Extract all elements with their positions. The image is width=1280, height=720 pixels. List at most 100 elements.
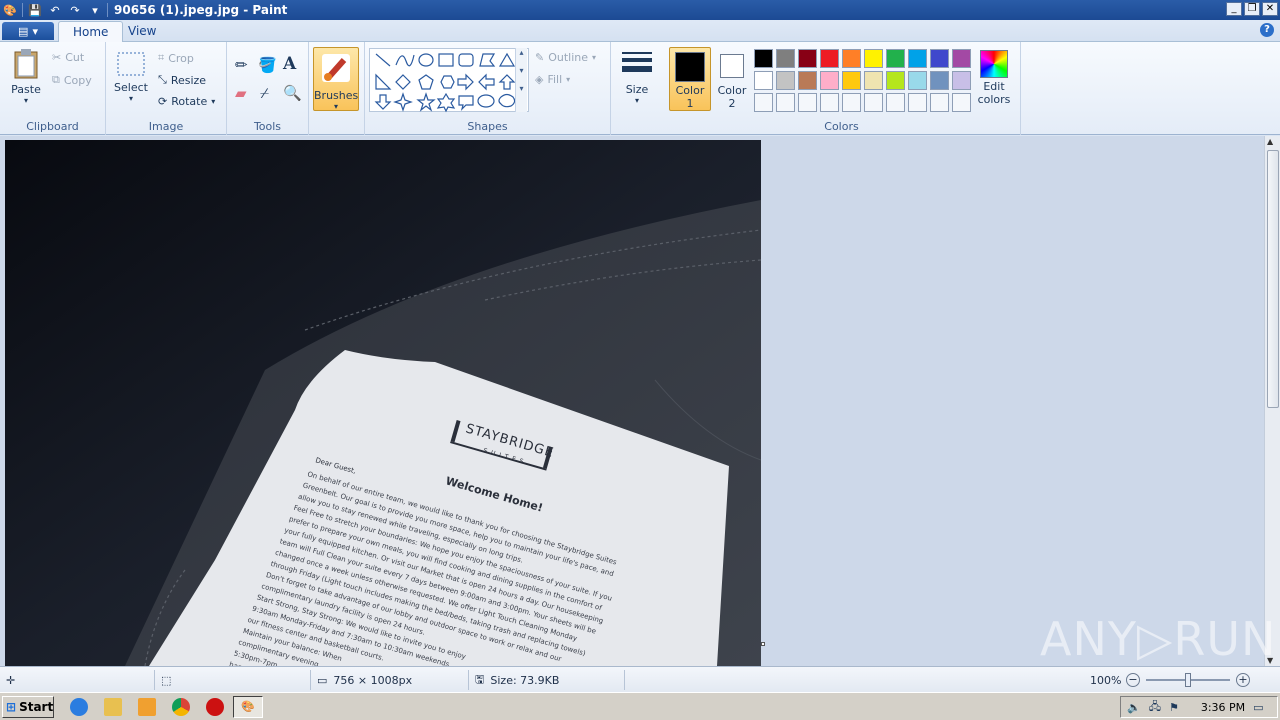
fill-label: Fill — [547, 73, 563, 86]
zoom-out-button[interactable]: − — [1126, 673, 1140, 687]
color-swatch[interactable] — [908, 49, 927, 68]
custom-color-slot[interactable] — [952, 93, 971, 112]
flag-icon[interactable]: ⚑ — [1169, 701, 1179, 714]
fill-bucket-icon[interactable]: 🪣 — [258, 56, 277, 74]
oval-callout-shape-icon — [477, 94, 495, 108]
system-tray: 🔈 🖧 ⚑ 3:36 PM ▭ — [1120, 696, 1278, 718]
clipboard-group: Paste ▾ ✂ Cut ⧉ Copy Clipboard — [0, 42, 106, 135]
save-icon[interactable]: 💾 — [27, 2, 43, 18]
tab-view[interactable]: View — [114, 21, 170, 42]
color-swatch[interactable] — [952, 49, 971, 68]
close-button[interactable]: ✕ — [1262, 2, 1278, 16]
paste-button[interactable]: Paste ▾ — [6, 48, 46, 105]
selection-size: ⬚ — [155, 670, 311, 690]
cut-button[interactable]: ✂ Cut — [52, 51, 84, 64]
color-swatch[interactable] — [820, 71, 839, 90]
custom-color-slot[interactable] — [820, 93, 839, 112]
color1-button[interactable]: Color 1 — [669, 47, 711, 111]
color-swatch[interactable] — [864, 71, 883, 90]
help-icon[interactable]: ? — [1260, 23, 1274, 37]
eraser-icon[interactable]: ▰ — [235, 84, 247, 102]
edit-colors-label-1: Edit — [983, 80, 1005, 93]
resize-button[interactable]: ⤡ Resize — [158, 73, 206, 87]
color-swatch[interactable] — [754, 71, 773, 90]
color-picker-icon[interactable]: ⌿ — [260, 84, 269, 102]
color-swatch[interactable] — [930, 49, 949, 68]
outline-button[interactable]: ✎ Outline ▾ — [535, 51, 596, 64]
shapes-gallery[interactable] — [369, 48, 529, 113]
paint-menu-button[interactable]: ▤ ▾ — [2, 22, 54, 40]
custom-color-slot[interactable] — [776, 93, 795, 112]
hexagon-shape-icon — [440, 75, 455, 89]
clock[interactable]: 3:36 PM — [1201, 701, 1245, 714]
color-swatch[interactable] — [754, 49, 773, 68]
canvas-resize-handle[interactable] — [761, 642, 765, 646]
text-tool-icon[interactable]: A — [283, 54, 296, 74]
restore-button[interactable]: ❐ — [1244, 2, 1260, 16]
image-canvas[interactable]: STAYBRIDGE SUITES Dear Guest, Welcome Ho… — [5, 140, 761, 666]
zoom-in-button[interactable]: + — [1236, 673, 1250, 687]
paint-app-icon[interactable]: 🎨 — [2, 2, 18, 18]
show-desktop-icon[interactable]: ▭ — [1253, 701, 1263, 714]
media-player-icon[interactable] — [138, 698, 156, 716]
custom-color-slot[interactable] — [798, 93, 817, 112]
ribbon: Paste ▾ ✂ Cut ⧉ Copy Clipboard Select ▾ ⌗ C… — [0, 42, 1280, 135]
copy-label: Copy — [63, 73, 92, 87]
color-swatch[interactable] — [820, 49, 839, 68]
rotate-button[interactable]: ⟳ Rotate ▾ — [158, 95, 215, 108]
color-swatch[interactable] — [930, 71, 949, 90]
copy-button[interactable]: ⧉ Copy — [52, 73, 92, 87]
volume-icon[interactable]: 🔈 — [1127, 701, 1141, 714]
color-swatch[interactable] — [952, 71, 971, 90]
color-swatch[interactable] — [776, 49, 795, 68]
scrollbar-thumb[interactable] — [1267, 150, 1279, 408]
magnifier-icon[interactable]: 🔍 — [283, 84, 302, 102]
custom-color-slot[interactable] — [754, 93, 773, 112]
pencil-icon[interactable]: ✏ — [235, 56, 248, 74]
shapes-group-label: Shapes — [467, 120, 508, 133]
custom-color-slot[interactable] — [908, 93, 927, 112]
color-swatch[interactable] — [842, 71, 861, 90]
folder-icon[interactable] — [104, 698, 122, 716]
canvas-area[interactable]: STAYBRIDGE SUITES Dear Guest, Welcome Ho… — [0, 136, 1264, 666]
color2-button[interactable]: Color 2 — [713, 47, 751, 111]
opera-icon[interactable] — [206, 698, 224, 716]
chevron-down-icon: ▾ — [333, 102, 338, 111]
rotate-icon: ⟳ — [158, 95, 168, 108]
color-swatch[interactable] — [776, 71, 795, 90]
edit-colors-button[interactable]: Edit colors — [975, 50, 1013, 106]
custom-color-slot[interactable] — [842, 93, 861, 112]
resize-label: Resize — [170, 73, 207, 87]
right-arrow-shape-icon — [457, 73, 474, 91]
select-button[interactable]: Select ▾ — [114, 50, 148, 103]
start-button[interactable]: ⊞ Start — [2, 696, 54, 718]
shapes-scroll[interactable]: ▴ ▾ ▾ — [515, 48, 527, 112]
color-swatch[interactable] — [908, 71, 927, 90]
color-swatch[interactable] — [864, 49, 883, 68]
fill-button[interactable]: ◈ Fill ▾ — [535, 73, 570, 86]
undo-icon[interactable]: ↶ — [47, 2, 63, 18]
color-swatch[interactable] — [798, 49, 817, 68]
color-swatch[interactable] — [886, 71, 905, 90]
chrome-icon[interactable] — [172, 698, 190, 716]
scroll-up-icon[interactable]: ▲ — [1267, 137, 1273, 146]
chevron-down-icon: ▾ — [634, 96, 639, 105]
minimize-button[interactable]: _ — [1226, 2, 1242, 16]
crop-button[interactable]: ⌗ Crop — [158, 51, 194, 65]
customize-quick-access-icon[interactable]: ▾ — [87, 2, 103, 18]
size-button[interactable]: Size ▾ — [617, 50, 657, 105]
paint-taskbar-button[interactable]: 🎨 — [233, 696, 263, 718]
vertical-scrollbar[interactable]: ▲ ▼ — [1264, 136, 1280, 666]
custom-color-slot[interactable] — [930, 93, 949, 112]
color-swatch[interactable] — [886, 49, 905, 68]
internet-explorer-icon[interactable] — [70, 698, 88, 716]
custom-color-slot[interactable] — [886, 93, 905, 112]
network-icon[interactable]: 🖧 — [1149, 698, 1161, 717]
custom-color-slot[interactable] — [864, 93, 883, 112]
brushes-button[interactable]: Brushes ▾ — [313, 47, 359, 111]
color-swatch[interactable] — [842, 49, 861, 68]
zoom-thumb[interactable] — [1185, 673, 1191, 687]
color-swatch[interactable] — [798, 71, 817, 90]
zoom-slider[interactable] — [1146, 673, 1230, 687]
redo-icon[interactable]: ↷ — [67, 2, 83, 18]
